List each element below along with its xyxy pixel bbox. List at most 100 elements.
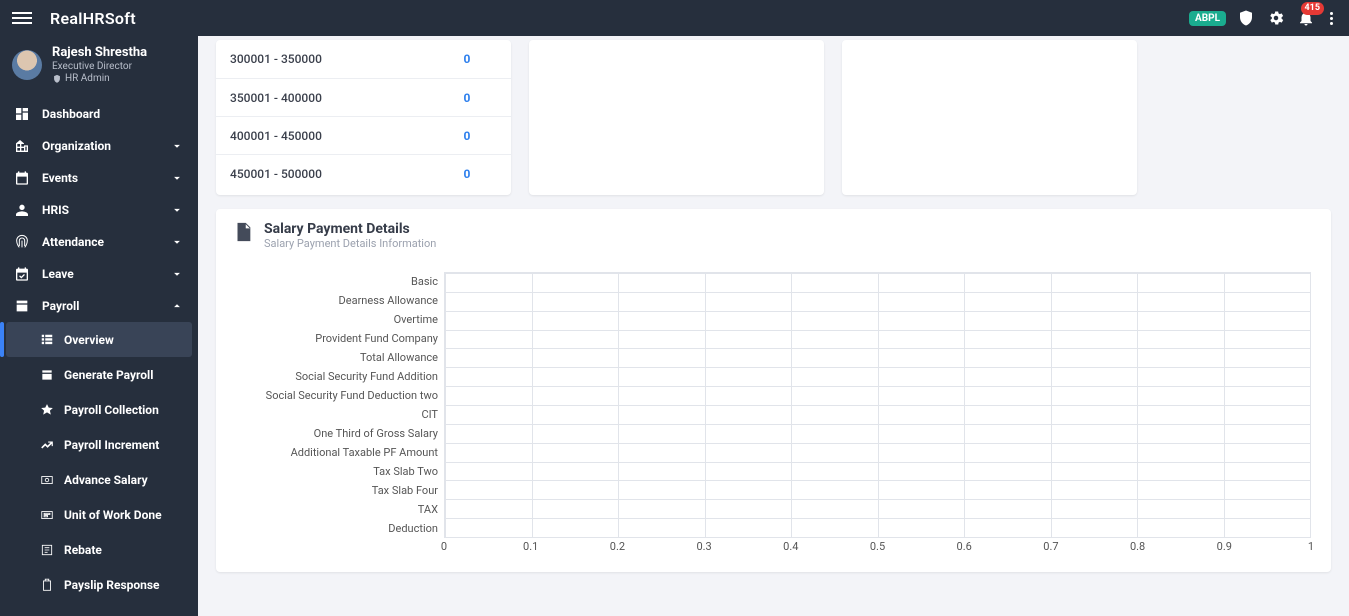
- chevron-down-icon: [170, 267, 184, 281]
- shield-icon[interactable]: [1236, 8, 1256, 28]
- range-row: 350001 - 400000 0: [216, 78, 511, 116]
- empty-card-2: [842, 40, 1137, 195]
- calendar-icon: [14, 170, 30, 186]
- chart-y-tick: Overtime: [236, 310, 444, 329]
- chart-x-tick: 0.8: [1130, 540, 1145, 553]
- subnav-advance-salary[interactable]: Advance Salary: [0, 462, 198, 497]
- range-row: 400001 - 450000 0: [216, 116, 511, 154]
- chart-x-tick: 0.5: [870, 540, 885, 553]
- nav-leave[interactable]: Leave: [0, 258, 198, 290]
- notification-count: 415: [1301, 2, 1325, 15]
- chart-x-tick: 0.2: [610, 540, 625, 553]
- subnav-payroll-increment[interactable]: Payroll Increment: [0, 427, 198, 462]
- nav-events[interactable]: Events: [0, 162, 198, 194]
- document-icon: [232, 221, 254, 247]
- app-header: RealHRSoft ABPL 415: [0, 0, 1349, 36]
- chart-y-tick: CIT: [236, 405, 444, 424]
- chart-x-tick: 0: [441, 540, 447, 553]
- fingerprint-icon: [14, 234, 30, 250]
- chart-x-tick: 0.7: [1043, 540, 1058, 553]
- nav-payroll[interactable]: Payroll: [0, 290, 198, 322]
- chart-plot-area: 00.10.20.30.40.50.60.70.80.91: [444, 272, 1311, 558]
- building-icon: [14, 138, 30, 154]
- chart-y-labels: BasicDearness AllowanceOvertimeProvident…: [236, 272, 444, 558]
- chart-y-tick: Social Security Fund Deduction two: [236, 386, 444, 405]
- details-title: Salary Payment Details: [264, 221, 436, 237]
- salary-details-chart: BasicDearness AllowanceOvertimeProvident…: [232, 264, 1315, 558]
- chevron-down-icon: [170, 203, 184, 217]
- chart-y-tick: Provident Fund Company: [236, 329, 444, 348]
- nav-organization[interactable]: Organization: [0, 130, 198, 162]
- user-name: Rajesh Shrestha: [52, 46, 147, 60]
- range-value[interactable]: 0: [437, 52, 497, 66]
- chart-y-tick: Social Security Fund Addition: [236, 367, 444, 386]
- range-label: 400001 - 450000: [230, 129, 437, 143]
- chart-x-tick: 0.6: [957, 540, 972, 553]
- chart-y-tick: Dearness Allowance: [236, 291, 444, 310]
- user-block[interactable]: Rajesh Shrestha Executive Director HR Ad…: [0, 36, 198, 94]
- range-value[interactable]: 0: [437, 167, 497, 181]
- work-icon: [40, 508, 54, 522]
- shield-small-icon: [52, 74, 62, 84]
- salary-details-card: Salary Payment Details Salary Payment De…: [216, 209, 1331, 572]
- range-row: 450001 - 500000 0: [216, 154, 511, 192]
- org-badge[interactable]: ABPL: [1189, 11, 1226, 26]
- clipboard-icon: [40, 578, 54, 592]
- chart-y-tick: One Third of Gross Salary: [236, 424, 444, 443]
- user-admin: HR Admin: [52, 73, 147, 84]
- range-value[interactable]: 0: [437, 91, 497, 105]
- chevron-down-icon: [170, 139, 184, 153]
- chevron-down-icon: [170, 171, 184, 185]
- range-label: 350001 - 400000: [230, 91, 437, 105]
- chevron-up-icon: [170, 299, 184, 313]
- gear-icon[interactable]: [1266, 8, 1286, 28]
- person-icon: [14, 202, 30, 218]
- range-row: 300001 - 350000 0: [216, 40, 511, 78]
- subnav-unit-of-work[interactable]: Unit of Work Done: [0, 497, 198, 532]
- sidebar: Rajesh Shrestha Executive Director HR Ad…: [0, 36, 198, 616]
- generate-icon: [40, 368, 54, 382]
- grid-icon: [40, 333, 54, 347]
- subnav-generate-payroll[interactable]: Generate Payroll: [0, 357, 198, 392]
- user-role: Executive Director: [52, 60, 147, 73]
- main-content: 300001 - 350000 0 350001 - 400000 0 4000…: [198, 36, 1349, 616]
- chart-y-tick: Additional Taxable PF Amount: [236, 443, 444, 462]
- chart-y-tick: Tax Slab Four: [236, 481, 444, 500]
- chart-x-axis: 00.10.20.30.40.50.60.70.80.91: [444, 540, 1311, 558]
- subnav-overview[interactable]: Overview: [6, 322, 192, 357]
- subnav-payslip-response[interactable]: Payslip Response: [0, 567, 198, 602]
- chart-y-tick: Basic: [236, 272, 444, 291]
- subnav-rebate[interactable]: Rebate: [0, 532, 198, 567]
- chart-x-tick: 0.3: [696, 540, 711, 553]
- avatar: [12, 50, 42, 80]
- nav-dashboard[interactable]: Dashboard: [0, 98, 198, 130]
- increment-icon: [40, 438, 54, 452]
- details-subtitle: Salary Payment Details Information: [264, 237, 436, 250]
- hamburger-menu[interactable]: [12, 8, 32, 28]
- bell-icon[interactable]: 415: [1296, 8, 1316, 28]
- dashboard-icon: [14, 106, 30, 122]
- range-label: 300001 - 350000: [230, 52, 437, 66]
- empty-card-1: [529, 40, 824, 195]
- chevron-down-icon: [170, 235, 184, 249]
- range-value[interactable]: 0: [437, 129, 497, 143]
- chart-x-tick: 0.9: [1217, 540, 1232, 553]
- chart-y-tick: Tax Slab Two: [236, 462, 444, 481]
- range-label: 450001 - 500000: [230, 167, 437, 181]
- chart-y-tick: Total Allowance: [236, 348, 444, 367]
- payroll-icon: [14, 298, 30, 314]
- chart-y-tick: TAX: [236, 500, 444, 519]
- chart-x-tick: 0.1: [523, 540, 538, 553]
- salary-range-card: 300001 - 350000 0 350001 - 400000 0 4000…: [216, 40, 511, 195]
- money-icon: [40, 473, 54, 487]
- subnav-payroll-collection[interactable]: Payroll Collection: [0, 392, 198, 427]
- leave-icon: [14, 266, 30, 282]
- brand-title: RealHRSoft: [50, 9, 136, 28]
- nav-attendance[interactable]: Attendance: [0, 226, 198, 258]
- chart-x-tick: 0.4: [783, 540, 798, 553]
- nav-hris[interactable]: HRIS: [0, 194, 198, 226]
- collection-icon: [40, 403, 54, 417]
- more-menu[interactable]: [1326, 12, 1337, 25]
- chart-grid: [444, 272, 1311, 538]
- rebate-icon: [40, 543, 54, 557]
